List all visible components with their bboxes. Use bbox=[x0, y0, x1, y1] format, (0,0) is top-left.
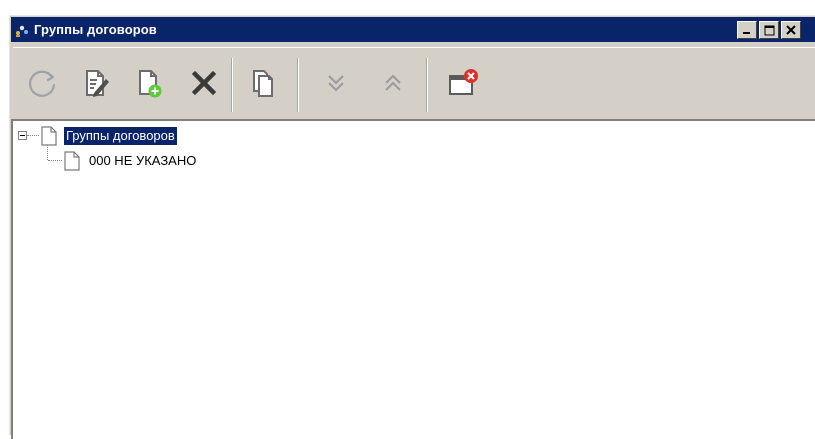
close-window-button[interactable] bbox=[444, 64, 482, 102]
window: Группы договоров Группы договоров 000 НЕ… bbox=[8, 14, 815, 439]
minus-icon bbox=[20, 135, 25, 136]
copy-button[interactable] bbox=[244, 64, 282, 102]
maximize-icon bbox=[764, 25, 774, 35]
tree-collapse-toggle[interactable] bbox=[18, 131, 27, 140]
window-controls bbox=[737, 21, 803, 39]
refresh-button[interactable] bbox=[23, 64, 61, 102]
tree-node-label[interactable]: 000 НЕ УКАЗАНО bbox=[87, 152, 198, 170]
edit-document-icon bbox=[86, 70, 109, 97]
toolbar-separator bbox=[426, 58, 428, 112]
close-button[interactable] bbox=[781, 21, 801, 39]
collapse-all-button[interactable] bbox=[374, 64, 412, 102]
minimize-button[interactable] bbox=[737, 21, 757, 39]
add-document-icon bbox=[139, 70, 162, 98]
double-chevron-up-icon bbox=[385, 74, 401, 91]
close-icon bbox=[786, 25, 796, 35]
window-title: Группы договоров bbox=[34, 22, 157, 37]
delete-x-icon bbox=[191, 70, 217, 96]
toolbar bbox=[13, 47, 815, 123]
tree-node-root[interactable]: Группы договоров bbox=[40, 126, 177, 146]
expand-all-button[interactable] bbox=[317, 64, 355, 102]
close-window-icon bbox=[449, 69, 478, 95]
minimize-icon bbox=[743, 32, 750, 34]
refresh-icon bbox=[28, 70, 56, 97]
document-icon bbox=[41, 126, 57, 146]
tree-view[interactable]: Группы договоров 000 НЕ УКАЗАНО bbox=[11, 119, 815, 439]
tree-node-label[interactable]: Группы договоров bbox=[64, 127, 177, 145]
tree-line bbox=[27, 135, 39, 137]
toolbar-separator bbox=[297, 58, 299, 112]
title-bar[interactable]: Группы договоров bbox=[11, 17, 815, 42]
delete-button[interactable] bbox=[185, 64, 223, 102]
double-chevron-down-icon bbox=[328, 75, 344, 92]
edit-button[interactable] bbox=[76, 64, 114, 102]
add-button[interactable] bbox=[130, 64, 168, 102]
maximize-button[interactable] bbox=[759, 21, 779, 39]
copy-document-icon bbox=[253, 70, 273, 97]
toolbar-separator bbox=[231, 58, 233, 112]
tree-node-child[interactable]: 000 НЕ УКАЗАНО bbox=[63, 151, 198, 171]
tree-line bbox=[48, 160, 62, 162]
app-icon bbox=[14, 22, 30, 38]
document-icon bbox=[64, 151, 80, 171]
